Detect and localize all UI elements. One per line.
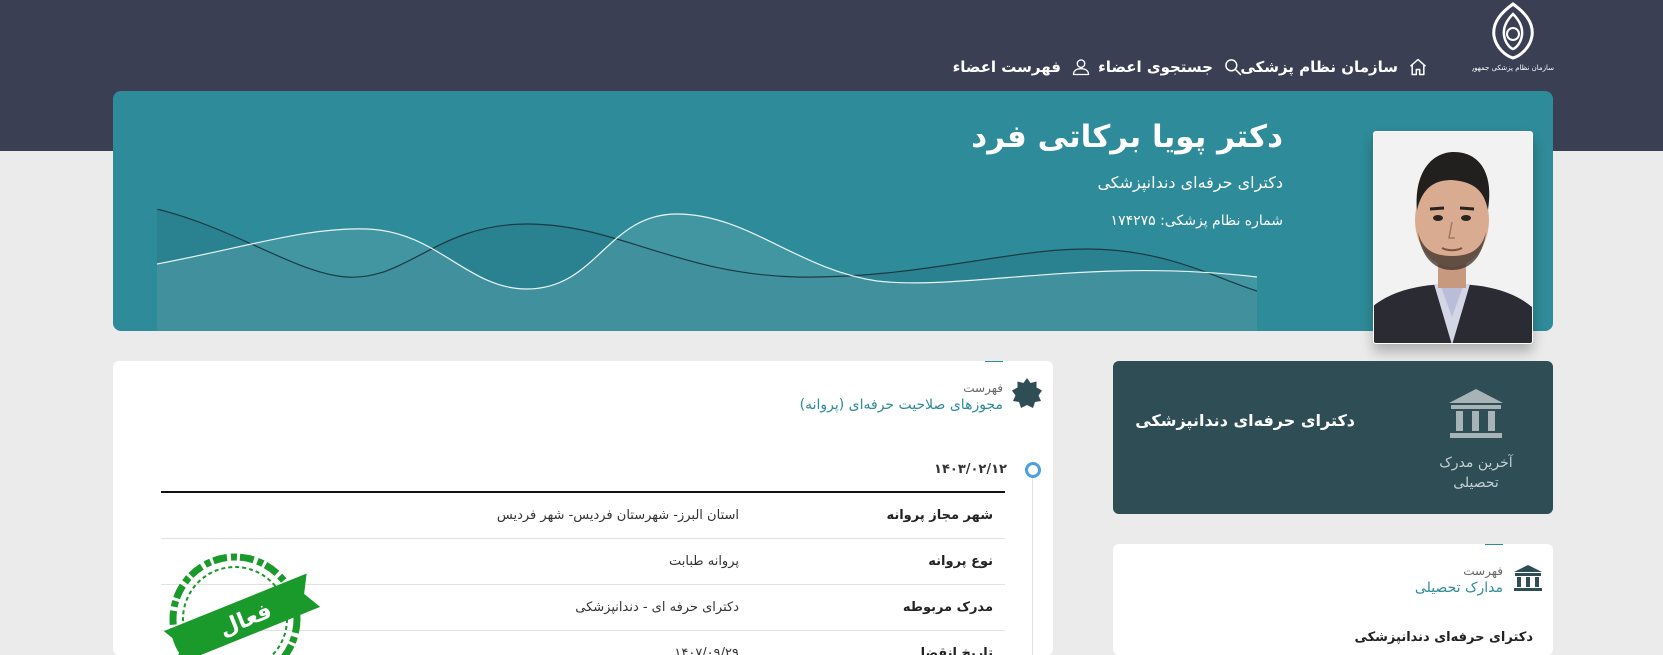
profile-photo <box>1373 131 1533 344</box>
nav-home[interactable]: سازمان نظام پزشکی <box>1240 52 1428 82</box>
decorative-waves <box>157 209 1257 331</box>
license-issue-date: ۱۴۰۳/۰۲/۱۲ <box>934 462 1007 477</box>
doctor-degree: دکترای حرفه‌ای دندانپزشکی <box>1097 173 1283 192</box>
certificate-badge-icon <box>1012 378 1042 408</box>
education-panel: فهرست مدارک تحصیلی دکترای حرفه‌ای دندانپ… <box>1113 544 1553 655</box>
active-status-stamp: فعال <box>163 553 321 655</box>
license-row-value: پروانه طبابت <box>668 554 739 569</box>
timeline-line <box>1032 471 1033 655</box>
logo-caption: سازمان نظام پزشکی جمهوری اسلامی ایران <box>1472 64 1554 72</box>
medical-council-emblem-icon <box>1492 2 1534 60</box>
doctor-name: دکتر پویا برکاتی فرد <box>971 119 1283 155</box>
nav-search-members[interactable]: جستجوی اعضاء <box>1098 52 1243 82</box>
license-row-label: تاریخ انقضا <box>920 646 993 655</box>
nav-home-label: سازمان نظام پزشکی <box>1240 58 1398 76</box>
institution-icon <box>1449 389 1503 438</box>
user-icon <box>1072 59 1090 76</box>
section-accent-line <box>1485 544 1503 545</box>
license-row-city: شهر مجاز پروانه استان البرز- شهرستان فرد… <box>161 493 1005 539</box>
medical-council-number: شماره نظام پزشکی: ۱۷۴۲۷۵ <box>1110 213 1283 229</box>
licenses-panel: فهرست مجوزهای صلاحیت حرفه‌ای (پروانه) ۱۴… <box>113 361 1053 655</box>
search-icon <box>1225 59 1242 76</box>
medical-council-logo[interactable]: سازمان نظام پزشکی جمهوری اسلامی ایران <box>1472 0 1554 80</box>
education-section-caption: فهرست <box>1463 564 1503 578</box>
nav-search-label: جستجوی اعضاء <box>1098 58 1213 76</box>
license-row-label: شهر مجاز پروانه <box>886 508 993 523</box>
license-row-value: دکترای حرفه ای - دندانپزشکی <box>575 600 739 615</box>
licenses-section-caption: فهرست <box>963 381 1003 395</box>
license-row-label: مدرک مربوطه <box>902 600 993 615</box>
license-row-value: ۱۴۰۷/۰۹/۲۹ <box>674 646 739 655</box>
licenses-section-title: مجوزهای صلاحیت حرفه‌ای (پروانه) <box>799 397 1003 413</box>
timeline-dot <box>1025 462 1041 478</box>
license-row-label: نوع پروانه <box>928 554 993 569</box>
home-icon <box>1410 58 1426 76</box>
profile-hero-banner: دکتر پویا برکاتی فرد دکترای حرفه‌ای دندا… <box>113 91 1553 331</box>
institution-icon <box>1514 565 1542 591</box>
nav-members-label: فهرست اعضاء <box>952 58 1061 76</box>
license-row-value: استان البرز- شهرستان فردیس- شهر فردیس <box>496 508 739 523</box>
latest-degree-caption: آخرین مدرک تحصیلی <box>1439 455 1513 491</box>
education-section-title: مدارک تحصیلی <box>1414 580 1503 596</box>
latest-degree-panel: آخرین مدرک تحصیلی دکترای حرفه‌ای دندانپز… <box>1113 361 1553 514</box>
education-item: دکترای حرفه‌ای دندانپزشکی <box>1354 630 1533 645</box>
nav-members-list[interactable]: فهرست اعضاء <box>953 52 1091 82</box>
latest-degree-name: دکترای حرفه‌ای دندانپزشکی <box>1135 411 1355 430</box>
profile-photo-image <box>1374 132 1532 343</box>
section-accent-line <box>985 361 1003 362</box>
